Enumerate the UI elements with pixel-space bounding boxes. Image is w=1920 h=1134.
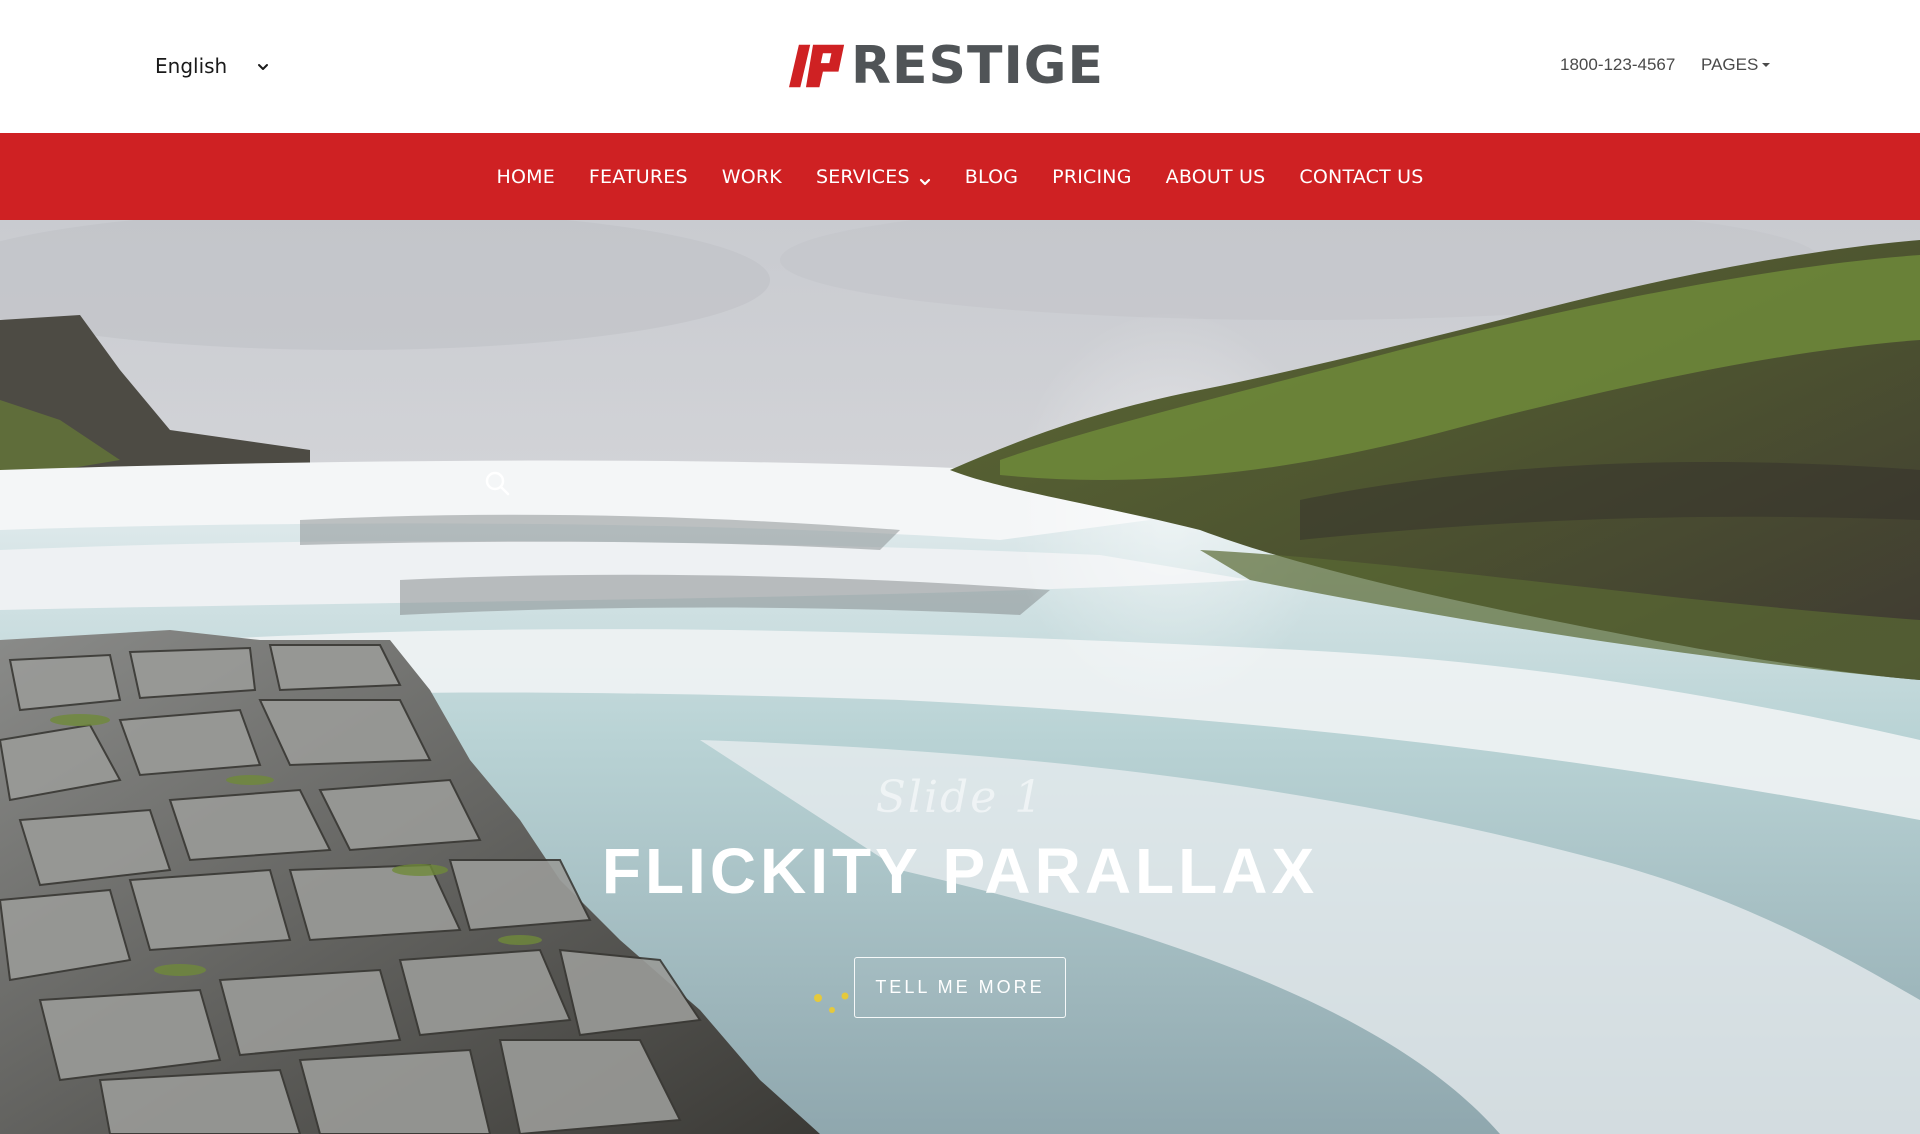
nav-item-features[interactable]: FEATURES [589, 166, 688, 188]
tell-me-more-button[interactable]: TELL ME MORE [854, 957, 1066, 1018]
caret-down-icon [1762, 63, 1771, 67]
nav-list: HOME FEATURES WORK SERVICES BLOG PRICING… [0, 133, 1920, 220]
nav-item-home[interactable]: HOME [496, 166, 554, 188]
pages-label: PAGES [1701, 55, 1759, 74]
nav-item-blog[interactable]: BLOG [965, 166, 1018, 188]
nav-item-pricing[interactable]: PRICING [1052, 166, 1131, 188]
nav-item-label: CONTACT US [1299, 165, 1424, 188]
hero-slider: Slide 1 FLICKITY PARALLAX TELL ME MORE [0, 220, 1920, 1134]
nav-item-work[interactable]: WORK [722, 166, 782, 188]
top-header: English RESTIGE 1800-123-4567 PAGES [0, 0, 1920, 133]
nav-item-label: FEATURES [588, 165, 688, 188]
nav-item-contact-us[interactable]: CONTACT US [1299, 166, 1423, 188]
nav-item-label: HOME [496, 165, 555, 188]
main-nav: HOME FEATURES WORK SERVICES BLOG PRICING… [0, 133, 1920, 220]
nav-item-label: WORK [721, 165, 782, 188]
logo-mark-icon [789, 44, 845, 88]
search-icon[interactable] [484, 470, 510, 496]
chevron-down-icon [257, 60, 269, 72]
nav-item-label: PRICING [1052, 165, 1132, 188]
language-selected-value: English [155, 54, 228, 78]
nav-item-about-us[interactable]: ABOUT US [1166, 166, 1266, 188]
nav-item-label: ABOUT US [1165, 165, 1266, 188]
nav-item-label: BLOG [964, 165, 1019, 188]
pages-dropdown[interactable]: PAGES [1701, 55, 1771, 75]
prestige-logo[interactable]: RESTIGE [789, 34, 1104, 98]
language-select[interactable]: English [155, 52, 269, 80]
slide-subtitle: Slide 1 [875, 772, 1045, 823]
nav-item-label: SERVICES [815, 165, 910, 188]
logo-text: RESTIGE [850, 36, 1104, 96]
phone-number: 1800-123-4567 [1560, 55, 1676, 74]
slide-title: FLICKITY PARALLAX [601, 835, 1319, 907]
nav-item-services[interactable]: SERVICES [816, 166, 931, 188]
chevron-down-icon [919, 171, 931, 185]
